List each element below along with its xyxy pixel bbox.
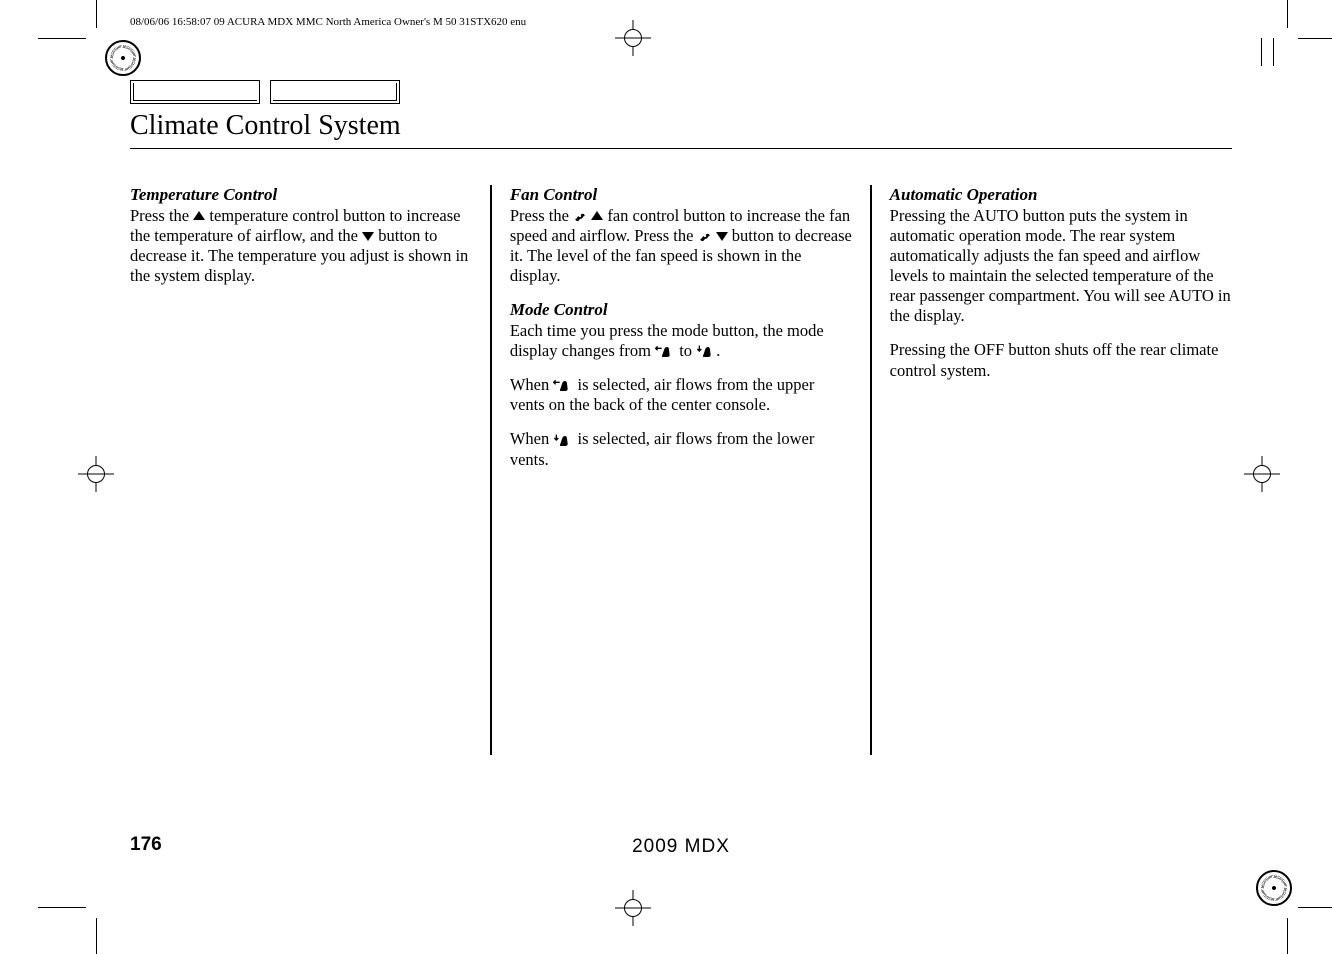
columns: Temperature Control Press the temperatur… [130,185,1232,755]
triangle-down-icon [362,232,374,241]
trim-mark [96,0,97,28]
trim-mark [1298,907,1332,908]
body-text: When [510,429,554,448]
registration-mark-icon [105,40,141,76]
body-text: Pressing the AUTO button puts the system… [890,206,1231,326]
body-text: Press the [510,206,573,225]
body-text: . [716,341,720,360]
trim-mark [1273,38,1274,66]
body-text: to [675,341,696,360]
trim-mark [1287,0,1288,28]
vent-upper-icon [655,344,675,358]
trim-mark [1287,918,1288,954]
tab-decorations [130,80,1232,104]
page-content: Climate Control System Temperature Contr… [130,80,1232,874]
tab-box [270,80,400,104]
trim-mark [38,38,86,39]
vent-upper-icon [553,378,573,392]
column-2: Fan Control Press the fan control button… [492,185,870,755]
triangle-up-icon [193,211,205,220]
vent-lower-icon [553,433,573,447]
footer-model: 2009 MDX [632,836,730,858]
column-3: Automatic Operation Pressing the AUTO bu… [872,185,1232,755]
tab-box [130,80,260,104]
trim-mark [38,907,86,908]
triangle-down-icon [716,232,728,241]
crosshair-icon [1244,456,1280,492]
trim-mark [1298,38,1332,39]
column-1: Temperature Control Press the temperatur… [130,185,490,755]
subheading-temperature-control: Temperature Control [130,185,277,204]
subheading-mode-control: Mode Control [510,300,608,319]
body-text: Pressing the OFF button shuts off the re… [890,340,1219,379]
body-text: When [510,375,554,394]
crosshair-icon [615,890,651,926]
trim-mark [1261,38,1262,66]
subheading-fan-control: Fan Control [510,185,597,204]
page-number: 176 [130,834,162,856]
page-title: Climate Control System [130,106,1232,149]
print-header: 08/06/06 16:58:07 09 ACURA MDX MMC North… [130,16,526,28]
fan-icon [573,209,587,223]
vent-lower-icon [696,344,716,358]
trim-mark [96,918,97,954]
crosshair-icon [78,456,114,492]
triangle-up-icon [591,211,603,220]
fan-icon [698,229,712,243]
subheading-automatic-operation: Automatic Operation [890,185,1038,204]
crosshair-icon [615,20,651,56]
body-text: Press the [130,206,193,225]
registration-mark-icon [1256,870,1292,906]
